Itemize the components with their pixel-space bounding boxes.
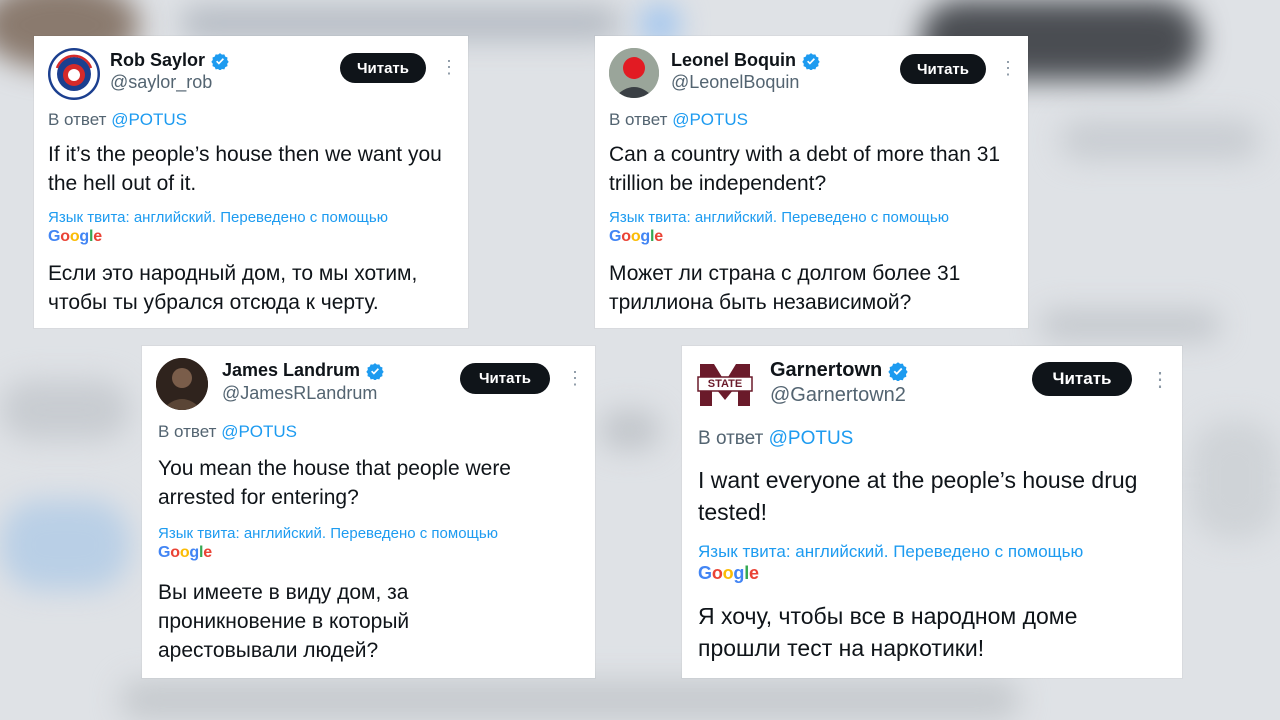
tweet-text: I want everyone at the people’s house dr… (698, 467, 1138, 525)
tweet-card-james-landrum: James Landrum @JamesRLandrum Читать ⋮ В … (142, 346, 595, 678)
google-logo: Google (158, 544, 212, 561)
tweet-card-rob-saylor: Rob Saylor @saylor_rob Читать ⋮ В ответ … (34, 36, 468, 328)
translated-text: Может ли страна с долгом более 31 трилли… (609, 262, 961, 314)
translation-note[interactable]: Язык твита: английский. Переведено с пом… (698, 542, 1083, 562)
avatar[interactable] (609, 48, 659, 98)
more-dots-icon[interactable]: ⋮ (566, 369, 584, 387)
tweet-text: If it’s the people’s house then we want … (48, 143, 442, 195)
translation-note[interactable]: Язык твита: английский. Переведено с пом… (48, 209, 388, 226)
avatar[interactable] (156, 358, 208, 410)
verified-badge-icon (211, 52, 229, 70)
more-dots-icon[interactable]: ⋮ (1150, 370, 1170, 390)
reply-context: В ответ @POTUS (48, 110, 188, 129)
follow-button[interactable]: Читать (900, 54, 986, 84)
reply-context: В ответ @POTUS (158, 422, 298, 441)
google-logo: Google (698, 563, 759, 583)
user-photo-icon (609, 48, 659, 98)
avatar[interactable] (48, 48, 100, 100)
more-dots-icon[interactable]: ⋮ (999, 59, 1017, 77)
translated-text: Если это народный дом, то мы хотим, чтоб… (48, 262, 418, 314)
user-handle[interactable]: @saylor_rob (110, 72, 212, 93)
translation-note[interactable]: Язык твита: английский. Переведено с пом… (609, 209, 949, 226)
follow-button[interactable]: Читать (340, 53, 426, 83)
display-name[interactable]: Leonel Boquin (671, 50, 820, 71)
mention-link[interactable]: @POTUS (111, 110, 187, 129)
verified-badge-icon (366, 362, 384, 380)
user-handle[interactable]: @LeonelBoquin (671, 72, 799, 93)
tweet-text: Can a country with a debt of more than 3… (609, 143, 1001, 195)
translation-note[interactable]: Язык твита: английский. Переведено с пом… (158, 525, 498, 542)
display-name[interactable]: James Landrum (222, 360, 384, 381)
translated-text: Я хочу, чтобы все в народном доме прошли… (698, 603, 1078, 661)
verified-badge-icon (888, 361, 908, 381)
tweet-card-leonel-boquin: Leonel Boquin @LeonelBoquin Читать ⋮ В о… (595, 36, 1028, 328)
tweet-text: You mean the house that people were arre… (158, 457, 511, 509)
follow-button[interactable]: Читать (460, 363, 550, 394)
translated-text: Вы имеете в виду дом, за проникновение в… (158, 581, 410, 662)
display-name[interactable]: Rob Saylor (110, 50, 229, 71)
mention-link[interactable]: @POTUS (672, 110, 748, 129)
mention-link[interactable]: @POTUS (221, 422, 297, 441)
google-logo: Google (48, 228, 102, 245)
more-dots-icon[interactable]: ⋮ (440, 58, 458, 76)
display-name[interactable]: Garnertown (770, 359, 908, 382)
avatar-label: STATE (707, 378, 743, 390)
user-photo-icon (156, 358, 208, 410)
avatar[interactable]: STATE (696, 360, 754, 410)
reply-context: В ответ @POTUS (698, 428, 854, 449)
tweet-card-garnertown: STATE Garnertown @Garnertown2 Читать ⋮ В… (682, 346, 1182, 678)
user-handle[interactable]: @JamesRLandrum (222, 383, 377, 404)
follow-button[interactable]: Читать (1032, 362, 1132, 396)
reply-context: В ответ @POTUS (609, 110, 749, 129)
patriot-party-logo-icon (48, 48, 100, 100)
verified-badge-icon (802, 52, 820, 70)
google-logo: Google (609, 228, 663, 245)
mention-link[interactable]: @POTUS (769, 428, 854, 449)
user-handle[interactable]: @Garnertown2 (770, 384, 906, 407)
